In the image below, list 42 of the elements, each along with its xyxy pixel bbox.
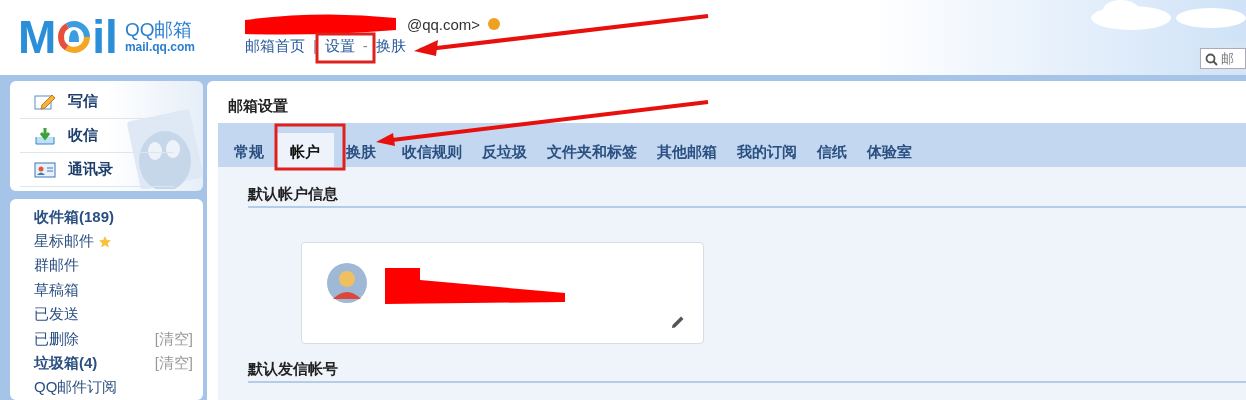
folder-link[interactable]: 已删除	[34, 329, 79, 349]
brand-name: QQ邮箱	[124, 19, 194, 41]
search-icon	[1205, 53, 1218, 66]
highlight-box	[274, 123, 346, 171]
separator: -	[362, 37, 368, 56]
section-heading: 默认发信帐号	[248, 360, 1246, 383]
brand-domain: mail.qq.com	[124, 40, 195, 55]
pencil-icon	[34, 92, 56, 111]
folder-link[interactable]: 已发送	[34, 305, 79, 325]
inbox-download-icon	[34, 126, 56, 145]
nav-link[interactable]: 邮箱首页	[244, 37, 305, 56]
search-field[interactable]: 邮	[1200, 48, 1246, 69]
settings-tab[interactable]: 我的订阅	[729, 133, 805, 167]
logo-text: il	[92, 14, 118, 60]
settings-tab[interactable]: 收信规则	[394, 133, 470, 167]
settings-tab[interactable]: 文件夹和标签	[539, 133, 645, 167]
folder-link[interactable]: 群邮件	[34, 256, 79, 276]
warning-icon	[488, 18, 501, 30]
settings-tab[interactable]: 反垃圾	[474, 133, 535, 167]
folder-link[interactable]: QQ邮件订阅	[34, 378, 118, 398]
contact-card-icon	[34, 160, 56, 179]
separator: |	[312, 37, 317, 56]
nav-link[interactable]: 设置	[324, 37, 355, 56]
settings-tab[interactable]: 帐户	[276, 133, 334, 167]
settings-tab[interactable]: 体验室	[859, 133, 920, 167]
folder-link[interactable]: 收件箱(189)	[34, 207, 115, 227]
settings-tab[interactable]: 常规	[226, 133, 272, 167]
account-email: @qq.com>	[406, 15, 481, 33]
folder-link[interactable]: 草稿箱	[34, 280, 79, 300]
avatar	[327, 263, 367, 303]
folder-link[interactable]: 垃圾箱(4)	[34, 354, 98, 374]
settings-tab[interactable]: 信纸	[809, 133, 855, 167]
page-title: 邮箱设置	[227, 96, 289, 116]
settings-tab[interactable]: 换肤	[338, 133, 390, 167]
nav-link[interactable]: 换肤	[375, 37, 406, 56]
logo-ring-icon	[57, 20, 92, 54]
logo-text: M	[18, 14, 57, 60]
folder-link[interactable]: 星标邮件	[34, 232, 94, 252]
highlight-box	[315, 32, 376, 64]
settings-tab[interactable]: 其他邮箱	[649, 133, 725, 167]
section-heading: 默认帐户信息	[248, 185, 1246, 208]
edit-icon[interactable]	[671, 315, 685, 329]
